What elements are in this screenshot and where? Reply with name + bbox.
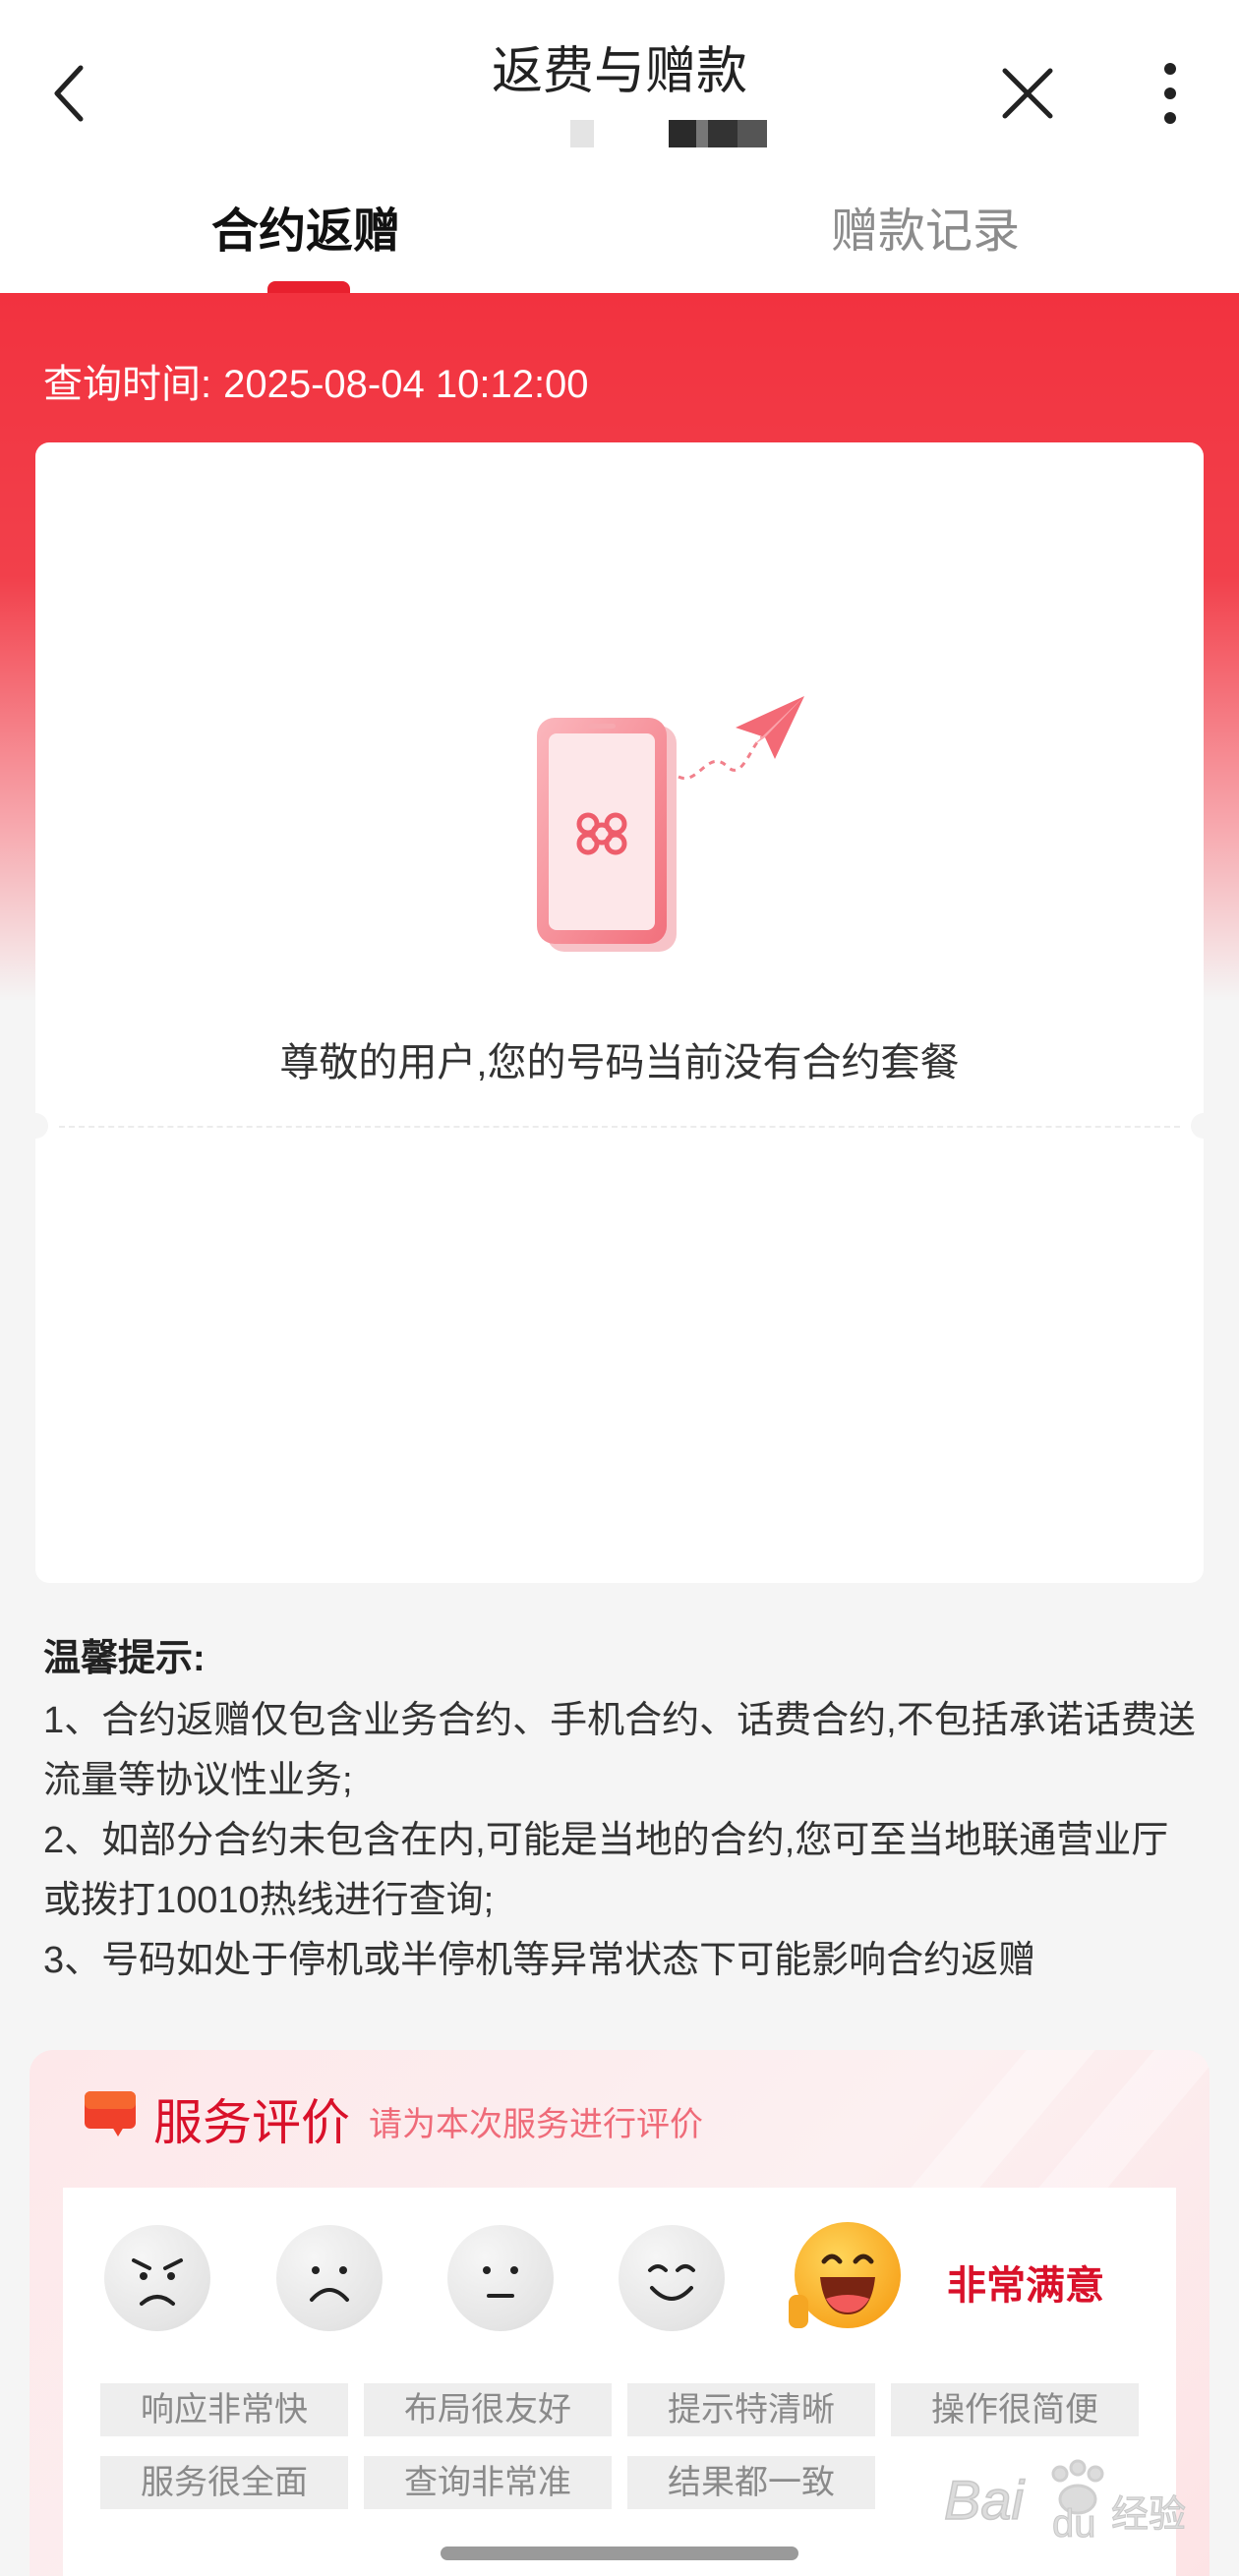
contract-card: [35, 442, 1204, 1583]
svg-text:du: du: [1052, 2502, 1096, 2546]
svg-text:经验: 经验: [1111, 2492, 1186, 2536]
phone-with-paper-plane-icon: [537, 696, 804, 952]
ticket-notch: [23, 1113, 48, 1139]
tips-list: 1、合约返赠仅包含业务合约、手机合约、话费合约,不包括承诺话费送流量等协议性业务…: [43, 1691, 1204, 1991]
tab-contract-rebate[interactable]: 合约返赠: [211, 192, 400, 261]
feedback-tag[interactable]: 服务很全面: [100, 2456, 348, 2509]
feedback-tag[interactable]: 操作很简便: [891, 2383, 1139, 2436]
feedback-tag[interactable]: 查询非常准: [364, 2456, 612, 2509]
rating-very-dissatisfied-button[interactable]: [104, 2225, 210, 2331]
query-time: 查询时间: 2025-08-04 10:12:00: [43, 352, 589, 409]
tip-item: 2、如部分合约未包含在内,可能是当地的合约,您可至当地联通营业厅或拨打10010…: [43, 1820, 1169, 1921]
masked-phone-number: [570, 120, 594, 147]
home-indicator[interactable]: [441, 2547, 798, 2560]
baidu-watermark-logo: Bai du 经验: [944, 2459, 1187, 2547]
query-time-value: 2025-08-04 10:12:00: [223, 363, 589, 406]
query-time-label: 查询时间:: [43, 363, 212, 406]
feedback-tag[interactable]: 响应非常快: [100, 2383, 348, 2436]
feedback-tag[interactable]: 结果都一致: [627, 2456, 875, 2509]
close-button[interactable]: [993, 59, 1062, 128]
angry-face-icon: [132, 2258, 183, 2306]
svg-text:Bai: Bai: [944, 2469, 1025, 2531]
tip-item: 3、号码如处于停机或半停机等异常状态下可能影响合约返赠: [43, 1940, 1036, 1981]
more-vertical-icon: [1164, 63, 1176, 124]
laughing-face-icon: [789, 2222, 901, 2328]
rating-very-satisfied-button[interactable]: [787, 2220, 905, 2338]
ticket-notch: [1191, 1113, 1216, 1139]
rating-neutral-button[interactable]: [447, 2225, 554, 2331]
empty-state-message: 尊敬的用户,您的号码当前没有合约套餐: [279, 1041, 960, 1084]
smile-face-icon: [648, 2264, 695, 2301]
tips-title: 温馨提示:: [43, 1638, 206, 1679]
rating-dissatisfied-button[interactable]: [276, 2225, 383, 2331]
evaluation-subtitle: 请为本次服务进行评价: [369, 2106, 703, 2143]
rating-satisfied-button[interactable]: [619, 2225, 725, 2331]
evaluation-title: 服务评价: [153, 2095, 350, 2150]
tip-item: 1、合约返赠仅包含业务合约、手机合约、话费合约,不包括承诺话费送流量等协议性业务…: [43, 1700, 1196, 1801]
feedback-tag[interactable]: 提示特清晰: [627, 2383, 875, 2436]
more-options-button[interactable]: [1150, 59, 1190, 128]
message-icon: [85, 2091, 136, 2137]
rating-label: 非常满意: [947, 2264, 1104, 2308]
close-icon: [1002, 68, 1053, 119]
frown-face-icon: [310, 2266, 349, 2302]
dashed-divider: [59, 1126, 1180, 1128]
neutral-face-icon: [483, 2266, 518, 2298]
feedback-tag[interactable]: 布局很友好: [364, 2383, 612, 2436]
masked-phone-number: [669, 120, 767, 147]
tab-gift-records[interactable]: 赠款记录: [831, 192, 1020, 261]
